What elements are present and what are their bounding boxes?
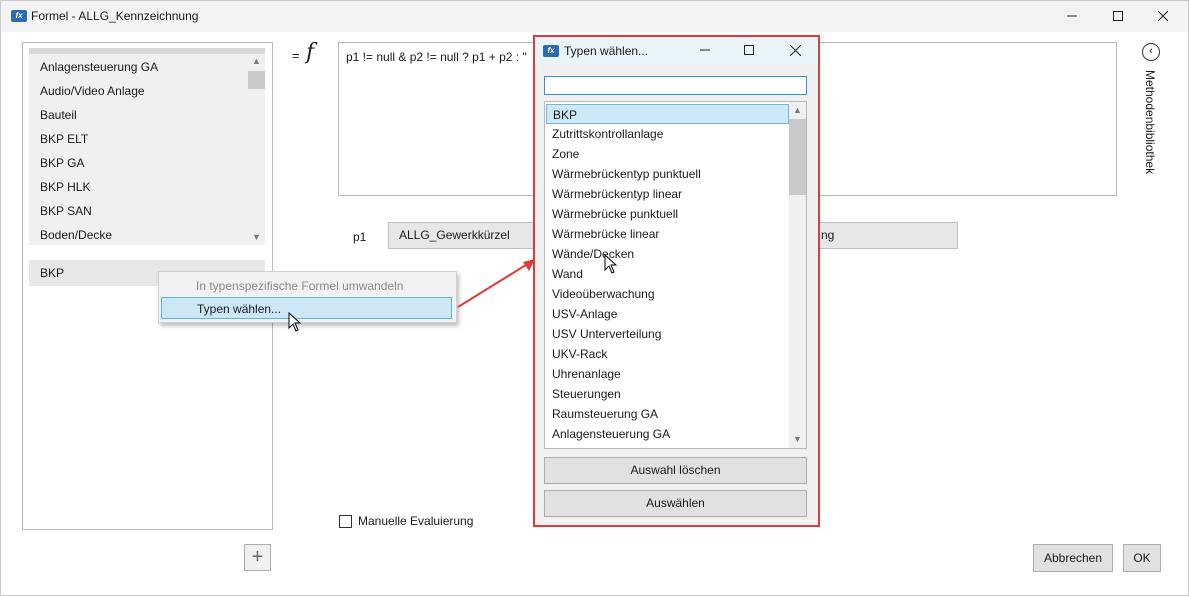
- list-item[interactable]: BKP GA: [40, 151, 84, 175]
- list-item[interactable]: USV Unterverteilung: [546, 324, 789, 344]
- cancel-button[interactable]: Abbrechen: [1033, 544, 1113, 572]
- list-item[interactable]: Wärmebrücke punktuell: [546, 204, 789, 224]
- selected-type-label: BKP: [40, 266, 65, 280]
- add-button[interactable]: +: [244, 544, 271, 571]
- minimize-icon: [1067, 15, 1077, 17]
- list-item[interactable]: Uhrenanlage: [546, 364, 789, 384]
- list-item[interactable]: USV-Anlage: [546, 304, 789, 324]
- close-icon: [789, 44, 801, 56]
- equals-sign: =: [292, 48, 300, 63]
- param-p1-label: p1: [353, 230, 367, 244]
- list-item[interactable]: Zutrittskontrollanlage: [546, 124, 789, 144]
- menu-item-choose-types[interactable]: Typen wählen...: [161, 297, 452, 319]
- manual-eval-label: Manuelle Evaluierung: [358, 514, 474, 528]
- scroll-down-icon[interactable]: ▼: [248, 232, 265, 242]
- formula-text: p1 != null & p2 != null ? p1 + p2 : ": [346, 50, 527, 64]
- list-item[interactable]: Wände/Decken: [546, 244, 789, 264]
- scroll-up-icon[interactable]: ▲: [248, 56, 265, 66]
- list-item[interactable]: Anlagensteuerung GA: [546, 424, 789, 444]
- list-item[interactable]: Wärmebrücke linear: [546, 224, 789, 244]
- dialog-app-icon: fx: [543, 45, 559, 57]
- list-top-edge: [29, 48, 265, 54]
- maximize-button[interactable]: [1095, 0, 1141, 32]
- minimize-button[interactable]: [1049, 0, 1095, 32]
- param-p2-field[interactable]: ng: [818, 222, 958, 249]
- scroll-down-icon[interactable]: ▼: [789, 434, 806, 444]
- list-item[interactable]: BKP HLK: [40, 175, 90, 199]
- scroll-thumb[interactable]: [789, 119, 806, 195]
- collapse-sidebar-icon[interactable]: ‹: [1142, 43, 1160, 61]
- param-p1-field[interactable]: ALLG_Gewerkkürzel: [388, 222, 534, 249]
- list-item[interactable]: Audio/Video Anlage: [40, 79, 145, 103]
- list-item[interactable]: UKV-Rack: [546, 344, 789, 364]
- annotation-arrow: [457, 259, 535, 308]
- list-item[interactable]: BKP: [546, 104, 789, 124]
- type-list[interactable]: Anlagensteuerung GA Audio/Video Anlage B…: [29, 48, 265, 245]
- type-picker-list[interactable]: BKP Zutrittskontrollanlage Zone Wärmebrü…: [544, 101, 807, 449]
- mouse-cursor-icon: [604, 254, 617, 274]
- list-item[interactable]: Wärmebrückentyp punktuell: [546, 164, 789, 184]
- list-item[interactable]: Anlagensteuerung GA: [40, 55, 158, 79]
- list-item[interactable]: Bauteil: [40, 103, 77, 127]
- menu-item-convert[interactable]: In typenspezifische Formel umwandeln: [161, 275, 452, 297]
- dialog-maximize-button[interactable]: [739, 41, 759, 59]
- mouse-cursor-icon: [288, 312, 301, 332]
- function-icon: f: [306, 40, 315, 65]
- list-item[interactable]: BKP SAN: [40, 199, 92, 223]
- close-icon: [1158, 11, 1168, 21]
- scroll-thumb[interactable]: [248, 71, 265, 89]
- maximize-icon: [1113, 11, 1123, 21]
- context-menu: In typenspezifische Formel umwandeln Typ…: [158, 271, 457, 323]
- window-title: Formel - ALLG_Kennzeichnung: [31, 9, 199, 23]
- list-item[interactable]: Wand: [546, 264, 789, 284]
- manual-eval-checkbox[interactable]: [339, 515, 352, 528]
- minimize-icon: [700, 49, 710, 51]
- list-item[interactable]: Wärmebrückentyp linear: [546, 184, 789, 204]
- scroll-up-icon[interactable]: ▲: [789, 105, 806, 115]
- type-picker-scrollbar[interactable]: ▲ ▼: [789, 102, 806, 448]
- list-item[interactable]: Raumsteuerung GA: [546, 404, 789, 424]
- type-search-input[interactable]: [544, 76, 807, 95]
- maximize-icon: [744, 45, 754, 55]
- dialog-minimize-button[interactable]: [695, 41, 715, 59]
- clear-selection-button[interactable]: Auswahl löschen: [544, 457, 807, 484]
- list-item[interactable]: Zone: [546, 144, 789, 164]
- dialog-title: Typen wählen...: [564, 44, 649, 58]
- method-library-label[interactable]: Methodenbibliothek: [1143, 70, 1157, 174]
- list-item[interactable]: Boden/Decke: [40, 223, 112, 247]
- list-item[interactable]: BKP ELT: [40, 127, 88, 151]
- close-button[interactable]: [1140, 0, 1186, 32]
- select-button[interactable]: Auswählen: [544, 490, 807, 517]
- app-icon: fx: [11, 10, 27, 22]
- dialog-close-button[interactable]: [785, 41, 805, 59]
- list-item[interactable]: Videoüberwachung: [546, 284, 789, 304]
- ok-button[interactable]: OK: [1123, 544, 1161, 572]
- type-list-scrollbar[interactable]: ▲ ▼: [248, 54, 265, 245]
- list-item[interactable]: Steuerungen: [546, 384, 789, 404]
